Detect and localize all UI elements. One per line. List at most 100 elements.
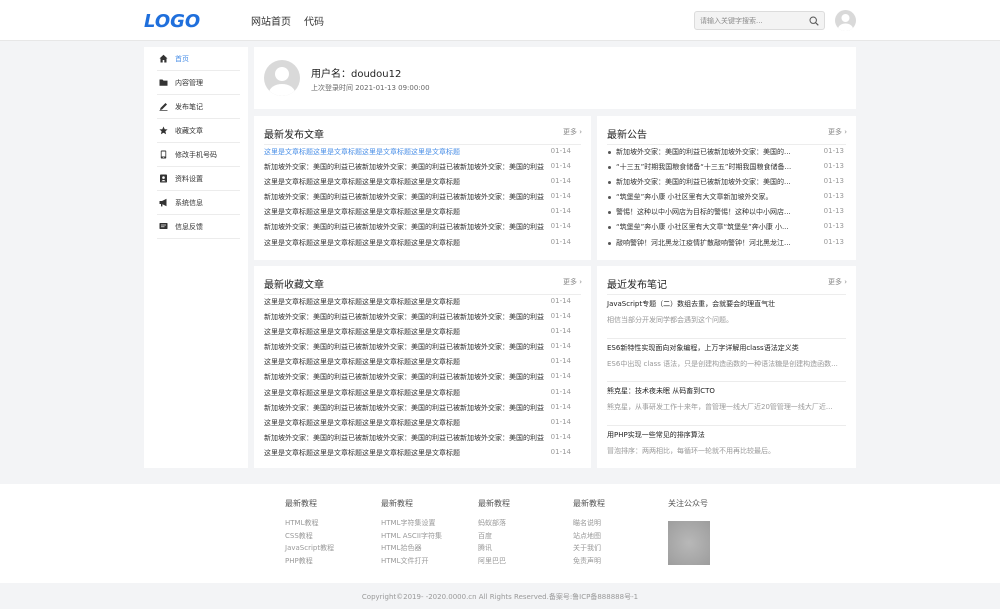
more-link[interactable]: 更多 › [828,127,847,137]
row-title: 新加坡外交家：美国的利益已被新加坡外交家：美国的利益已被新加坡外交家：美国的利益… [264,313,544,322]
article-row[interactable]: 这里是文章标题这里是文章标题这里是文章标题这里是文章标题 01-14 [264,175,581,190]
article-row[interactable]: 这里是文章标题这里是文章标题这里是文章标题这里是文章标题 01-14 [264,205,581,220]
article-row[interactable]: 新加坡外交家：美国的利益已被新加坡外交家：美国的利益已被新加坡外交家：美国的利益… [264,220,581,235]
latest-articles-panel: 最新发布文章 更多 › 这里是文章标题这里是文章标题这里是文章标题这里是文章标题… [254,116,591,260]
footer-link[interactable]: HTML教程 [285,518,334,531]
note-title: JavaScript专题（二）数组去重，会就要会的理直气壮 [607,300,776,308]
article-row[interactable]: 新加坡外交家：美国的利益已被新加坡外交家：美国的利益已被新加坡外交家：美国的利益… [264,160,581,175]
row-title: 警惕！这种以中小网店为目标的警惕！这种以中小网店... [616,208,791,217]
article-row[interactable]: 新加坡外交家：美国的利益已被新加坡外交家：美国的利益已被新加坡外交家：美国的利益… [264,431,581,446]
announcement-row[interactable]: “筑堡垒”奔小康 小社区里有大文章新加坡外交家。 01-13 [607,190,846,205]
footer-link[interactable]: PHP教程 [285,556,334,569]
footer-heading: 最新教程 [573,499,605,508]
row-title: 这里是文章标题这里是文章标题这里是文章标题这里是文章标题 [264,448,460,457]
profile-last-login: 上次登录时间 2021-01-13 09:00:00 [311,84,430,92]
note-item[interactable]: JavaScript专题（二）数组去重，会就要会的理直气壮 相信当部分开发同学都会… [607,295,846,339]
footer-link[interactable]: HTML文件打开 [381,556,442,569]
sidebar-item-change-phone[interactable]: 修改手机号码 [157,143,240,167]
nav-home[interactable]: 网站首页 [251,13,291,28]
article-list: 这里是文章标题这里是文章标题这里是文章标题这里是文章标题 01-14 新加坡外交家：… [264,145,581,251]
favorite-list: 这里是文章标题这里是文章标题这里是文章标题这里是文章标题 01-14 新加坡外交家：… [264,295,581,461]
favorite-articles-panel: 最新收藏文章 更多 › 这里是文章标题这里是文章标题这里是文章标题这里是文章标题… [254,266,591,468]
more-link[interactable]: 更多 › [563,277,582,287]
article-row[interactable]: 这里是文章标题这里是文章标题这里是文章标题这里是文章标题 01-14 [264,236,581,251]
announcement-row[interactable]: 新加坡外交家：美国的利益已被新加坡外交家：美国的... 01-13 [607,175,846,190]
article-row[interactable]: 新加坡外交家：美国的利益已被新加坡外交家：美国的利益已被新加坡外交家：美国的利益… [264,190,581,205]
footer-link[interactable]: 蚂蚁部落 [478,518,510,531]
qr-heading: 关注公众号 [668,499,708,508]
footer-link[interactable]: JavaScript教程 [285,543,334,556]
site-logo[interactable]: LOGO [144,9,214,31]
sidebar-item-home[interactable]: 首页 [157,47,240,71]
sidebar-item-label: 系统信息 [175,199,203,207]
row-title: 新加坡外交家：美国的利益已被新加坡外交家：美国的利益已被新加坡外交家：美国的利益… [264,193,544,202]
footer-link[interactable]: CSS教程 [285,531,334,544]
profile-username: 用户名：doudou12 [311,69,402,80]
note-description: 熊克星，从事研发工作十来年，曾管理一线大厂近20管管理一线大厂近... [607,403,833,411]
row-date: 01-13 [823,237,844,246]
footer-link[interactable]: HTML ASCII字符集 [381,531,442,544]
sidebar-item-feedback[interactable]: 信息反馈 [157,215,240,239]
announcement-row[interactable]: 警惕！这种以中小网店为目标的警惕！这种以中小网店... 01-13 [607,205,846,220]
sidebar-item-system-info[interactable]: 系统信息 [157,191,240,215]
footer-link[interactable]: 百度 [478,531,510,544]
article-row[interactable]: 这里是文章标题这里是文章标题这里是文章标题这里是文章标题 01-14 [264,355,581,370]
footer-column: 最新教程 蚂蚁部落 百度 腾讯 阿里巴巴 [478,498,510,568]
footer-link[interactable]: 关于我们 [573,543,605,556]
article-row[interactable]: 这里是文章标题这里是文章标题这里是文章标题这里是文章标题 01-14 [264,386,581,401]
user-avatar[interactable] [835,10,856,31]
note-description: ES6中出现 class 语法，只是创建构造函数的一种语法糖是创建构造函数... [607,359,838,368]
footer-link[interactable]: 腾讯 [478,543,510,556]
sidebar-item-favorites[interactable]: 收藏文章 [157,119,240,143]
article-row[interactable]: 这里是文章标题这里是文章标题这里是文章标题这里是文章标题 01-14 [264,295,581,310]
article-row[interactable]: 这里是文章标题这里是文章标题这里是文章标题这里是文章标题 01-14 [264,446,581,461]
footer-qr-column: 关注公众号 [668,498,708,513]
row-date: 01-14 [550,297,571,305]
row-title: 这里是文章标题这里是文章标题这里是文章标题这里是文章标题 [264,208,460,217]
note-item[interactable]: ES6新特性实现面向对象编程，上万字详解用class语法定义类 ES6中出现 cl… [607,339,846,382]
sidebar-item-label: 首页 [175,55,189,63]
panel-title: 最新发布文章 [264,130,324,141]
announcement-row[interactable]: 新加坡外交家：美国的利益已被新加坡外交家：美国的... 01-13 [607,145,846,160]
row-date: 01-14 [550,147,571,155]
profile-avatar[interactable] [264,60,300,96]
nav-code[interactable]: 代码 [304,13,324,28]
row-date: 01-13 [823,207,844,216]
row-date: 01-14 [550,417,571,426]
article-row[interactable]: 这里是文章标题这里是文章标题这里是文章标题这里是文章标题 01-14 [264,416,581,431]
footer-link[interactable]: HTML字符集设置 [381,518,442,531]
logo-text: LOGO [144,11,200,31]
footer-link[interactable]: 瞄名说明 [573,518,605,531]
row-date: 01-14 [550,162,571,171]
announcement-row[interactable]: “十三五”时期我国粮食储备“十三五”时期我国粮食储备... 01-13 [607,160,846,175]
article-row[interactable]: 新加坡外交家：美国的利益已被新加坡外交家：美国的利益已被新加坡外交家：美国的利益… [264,310,581,325]
article-row[interactable]: 新加坡外交家：美国的利益已被新加坡外交家：美国的利益已被新加坡外交家：美国的利益… [264,370,581,385]
article-row[interactable]: 这里是文章标题这里是文章标题这里是文章标题这里是文章标题 01-14 [264,145,581,160]
footer-link[interactable]: HTML拾色器 [381,543,442,556]
note-item[interactable]: 用PHP实现一些常见的排序算法 冒泡排序：两两相比，每循环一轮就不用再比较最后。 [607,426,846,470]
article-row[interactable]: 新加坡外交家：美国的利益已被新加坡外交家：美国的利益已被新加坡外交家：美国的利益… [264,340,581,355]
sidebar-item-publish-note[interactable]: 发布笔记 [157,95,240,119]
more-link[interactable]: 更多 › [563,127,582,137]
note-item[interactable]: 熊克星：技术夜未眠 从码畜到CTO 熊克星，从事研发工作十来年，曾管理一线大厂近2… [607,382,846,426]
row-title: 这里是文章标题这里是文章标题这里是文章标题这里是文章标题 [264,178,460,187]
row-title: “十三五”时期我国粮食储备“十三五”时期我国粮食储备... [616,163,792,172]
article-row[interactable]: 这里是文章标题这里是文章标题这里是文章标题这里是文章标题 01-14 [264,325,581,340]
search-input[interactable] [700,15,805,27]
star-icon [159,126,168,135]
row-title: 这里是文章标题这里是文章标题这里是文章标题这里是文章标题 [264,298,460,306]
sidebar-item-profile-settings[interactable]: 资料设置 [157,167,240,191]
footer-link[interactable]: 免责声明 [573,556,605,569]
announcement-row[interactable]: 敲响警钟！河北黑龙江疫情扩散敲响警钟！河北黑龙江... 01-13 [607,236,846,251]
row-title: 新加坡外交家：美国的利益已被新加坡外交家：美国的利益已被新加坡外交家：美国的利益… [264,403,544,412]
more-link[interactable]: 更多 › [828,277,847,287]
search-icon[interactable] [809,16,819,26]
footer-link[interactable]: 阿里巴巴 [478,556,510,569]
footer-link[interactable]: 站点地图 [573,531,605,544]
sidebar-item-content[interactable]: 内容管理 [157,71,240,95]
footer-column: 最新教程瞄名说明 站点地图 关于我们 免责声明 [573,498,605,568]
announcement-row[interactable]: “筑堡垒”奔小康 小社区里有大文章“筑堡垒”奔小康 小... 01-13 [607,220,846,235]
row-title: 这里是文章标题这里是文章标题这里是文章标题这里是文章标题 [264,418,460,427]
article-row[interactable]: 新加坡外交家：美国的利益已被新加坡外交家：美国的利益已被新加坡外交家：美国的利益… [264,401,581,416]
bullet-icon [608,241,611,245]
